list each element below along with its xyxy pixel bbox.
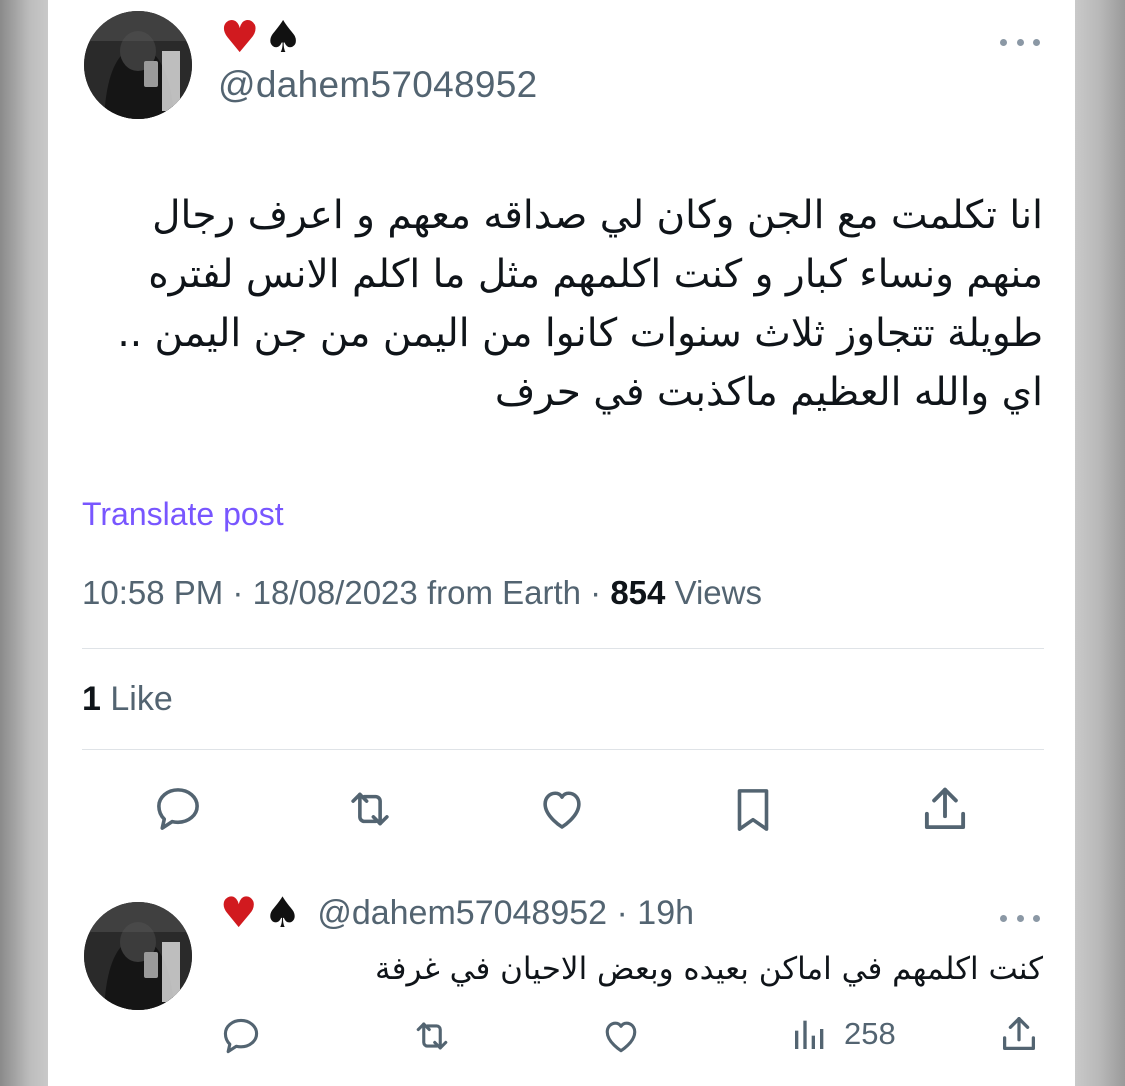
reply-views-count: 258 [844,1016,896,1051]
reply-header: ♥ ♠ @dahem57048952 · 19h [220,892,694,934]
reply-share-button[interactable] [996,1010,1042,1058]
heart-icon [543,791,581,829]
heart-emoji-icon: ♥ [220,888,258,937]
post-time[interactable]: 10:58 PM [82,574,223,611]
share-icon [924,787,966,830]
reply-button[interactable] [150,782,206,836]
reply-icon [223,1018,259,1054]
share-button[interactable] [916,780,974,838]
divider [82,648,1044,649]
meta-separator: · [590,574,602,611]
reply-more-options-icon[interactable] [1000,912,1040,924]
bookmark-icon [737,789,769,831]
reply-separator: · [616,893,628,932]
avatar-photo-icon [84,902,192,1010]
share-icon [1002,1017,1036,1051]
translate-post-link[interactable]: Translate post [82,496,284,533]
heart-icon [605,1021,637,1053]
reply-like-button[interactable] [598,1014,644,1058]
reply-reply-button[interactable] [218,1014,264,1058]
likes-row[interactable]: 1 Like [82,680,173,719]
likes-count: 1 [82,680,101,718]
spade-emoji-icon: ♠ [263,888,302,937]
heart-emoji-icon: ♥ [220,12,260,63]
likes-label: Like [110,680,173,718]
reply-avatar[interactable] [84,902,192,1010]
avatar[interactable] [84,11,192,119]
author-handle[interactable]: @dahem57048952 [218,64,538,106]
bookmark-button[interactable] [726,782,780,838]
avatar-photo-icon [84,11,192,119]
repost-button[interactable] [340,782,400,836]
post-date[interactable]: 18/08/2023 [253,574,418,611]
spade-emoji-icon: ♠ [263,12,303,63]
views-label: Views [674,574,762,611]
repost-icon [351,792,389,826]
analytics-icon [795,1020,824,1049]
views-count: 854 [610,574,666,611]
reply-age[interactable]: 19h [637,894,694,932]
repost-icon [416,1022,448,1050]
reply-views-button[interactable]: 258 [790,1012,896,1056]
post-text: انا تكلمت مع الجن وكان لي صداقه معهم و ا… [117,193,1043,415]
post-meta: 10:58 PM · 18/08/2023 from Earth · 854 V… [82,574,762,612]
post-source: from Earth [426,574,581,611]
meta-separator: · [232,574,244,611]
reply-repost-button[interactable] [408,1014,456,1058]
author-emojis: ♥ ♠ [220,16,303,60]
like-button[interactable] [534,782,590,836]
more-options-icon[interactable] [1000,36,1040,48]
reply-handle-line[interactable]: @dahem57048952 · 19h [317,894,694,933]
reply-icon [157,788,199,830]
divider [82,749,1044,750]
reply-handle[interactable]: @dahem57048952 [317,894,607,932]
reply-text: كنت اكلمهم في اماكن بعيده وبعض الاحيان ف… [375,951,1043,987]
